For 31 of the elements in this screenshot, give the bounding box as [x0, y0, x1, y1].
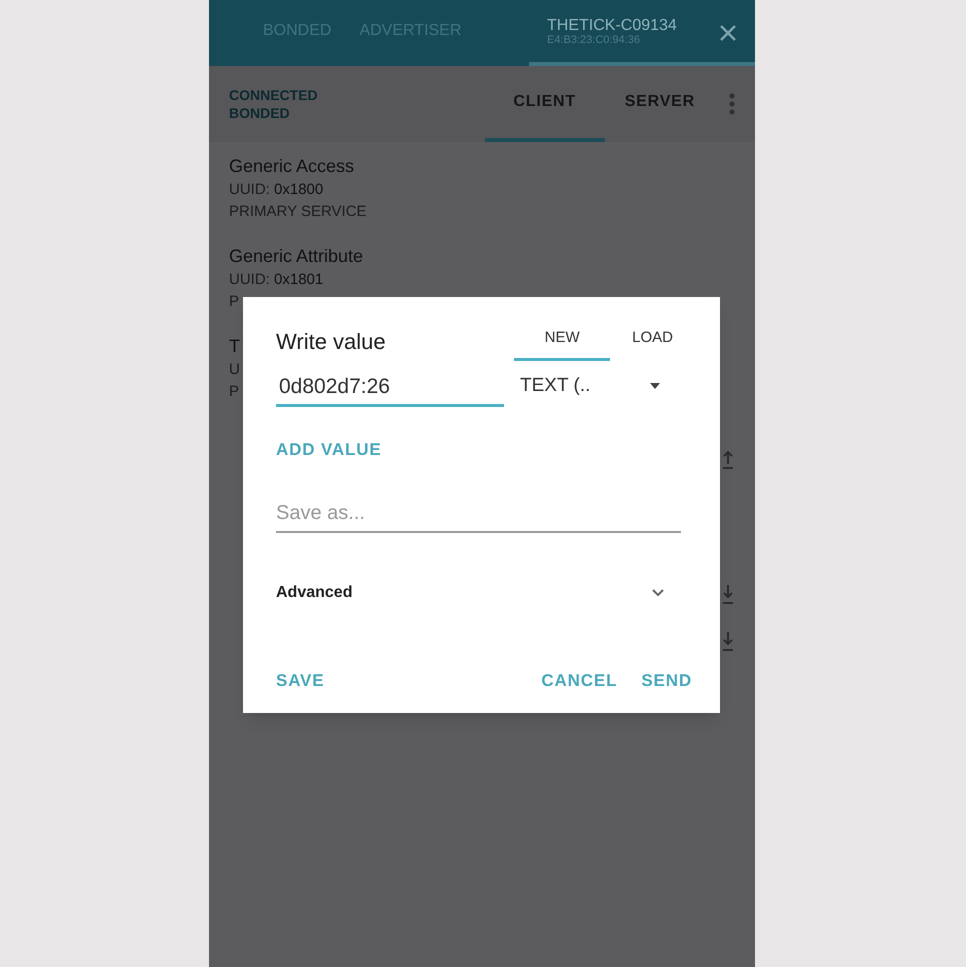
service-type: P	[229, 382, 240, 402]
service-uuid: U	[229, 360, 240, 380]
dialog-button[interactable]: SEND	[641, 668, 692, 693]
service-name[interactable]: T	[229, 334, 240, 358]
service-uuid: UUID: 0x1800	[229, 180, 324, 200]
value-input-field[interactable]: 0d802d7:26	[276, 369, 504, 407]
add-value-button[interactable]: ADD VALUE	[276, 437, 382, 462]
save-as-field[interactable]: Save as...	[276, 496, 681, 532]
service-name[interactable]: Generic Attribute	[229, 244, 364, 268]
service-type: PRIMARY SERVICE	[229, 202, 367, 222]
download-icon[interactable]	[721, 630, 735, 652]
chevron-icon	[652, 588, 664, 596]
caret-icon	[650, 383, 660, 389]
tab[interactable]: CLIENT	[484, 66, 605, 142]
tab[interactable]: LOAD	[610, 319, 695, 361]
close-icon[interactable]	[719, 24, 737, 42]
bond-state: BONDED	[229, 104, 290, 122]
service-name[interactable]: Generic Access	[229, 154, 354, 178]
more-options-icon[interactable]	[729, 93, 735, 115]
dialog-button[interactable]: CANCEL	[541, 668, 618, 693]
tab[interactable]: SERVER	[604, 66, 715, 142]
dialog-title: Write value	[276, 328, 386, 356]
upload-icon[interactable]	[721, 448, 735, 470]
service-uuid: UUID: 0x1801	[229, 270, 324, 290]
tab[interactable]: NEW	[514, 319, 610, 361]
format-dropdown[interactable]: TEXT (..	[520, 369, 670, 407]
connection-state: CONNECTED	[229, 86, 319, 104]
service-type: P	[229, 292, 240, 312]
advanced-toggle[interactable]: Advanced	[276, 580, 664, 604]
dialog-button[interactable]: SAVE	[276, 668, 324, 693]
download-icon[interactable]	[721, 583, 735, 605]
